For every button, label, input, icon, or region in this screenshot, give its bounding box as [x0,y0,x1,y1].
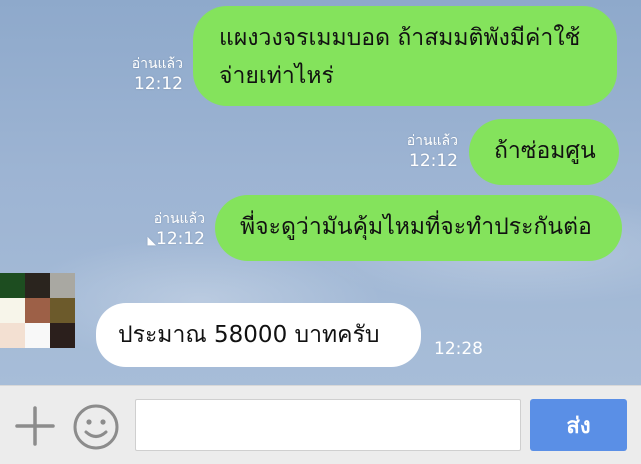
plus-icon[interactable] [14,405,56,447]
read-receipt: อ่านแล้ว 12:12 [110,54,183,94]
message-time: 12:28 [434,339,483,359]
cursor-icon: ◣ [147,234,156,247]
message-text-line: แผงวงจรเมมบอด ถ้าสมมติพังมีค่าใช้ [219,25,581,51]
outgoing-message[interactable]: ถ้าซ่อมศูน [469,119,619,185]
incoming-message[interactable]: ประมาณ 58000 บาทครับ [96,303,421,367]
message-time-value: 12:12 [156,229,205,249]
read-receipt: อ่านแล้ว 12:12 [385,131,458,171]
message-time: 12:12 [409,151,458,171]
outgoing-message[interactable]: แผงวงจรเมมบอด ถ้าสมมติพังมีค่าใช้ จ่ายเท… [193,6,617,106]
message-text: ประมาณ 58000 บาทครับ [118,322,380,348]
read-receipt: อ่านแล้ว ◣12:12 [132,209,205,251]
read-label: อ่านแล้ว [131,56,183,72]
message-composer: ส่ง [0,385,641,464]
message-time: 12:12 [134,74,183,94]
message-text: พี่จะดูว่ามันคุ้มไหมที่จะทำประกันต่อ [240,214,592,240]
send-button[interactable]: ส่ง [530,399,627,451]
read-label: อ่านแล้ว [406,133,458,149]
read-label: อ่านแล้ว [153,211,205,227]
outgoing-message[interactable]: พี่จะดูว่ามันคุ้มไหมที่จะทำประกันต่อ [215,195,622,261]
message-text: ถ้าซ่อมศูน [494,138,596,164]
smiley-icon[interactable] [72,403,120,451]
avatar[interactable] [0,273,76,349]
message-text-line: จ่ายเท่าไหร่ [219,63,334,89]
message-input[interactable] [135,399,521,451]
chat-area[interactable]: อ่านแล้ว 12:12 แผงวงจรเมมบอด ถ้าสมมติพัง… [0,0,641,385]
message-time: ◣12:12 [132,229,205,251]
